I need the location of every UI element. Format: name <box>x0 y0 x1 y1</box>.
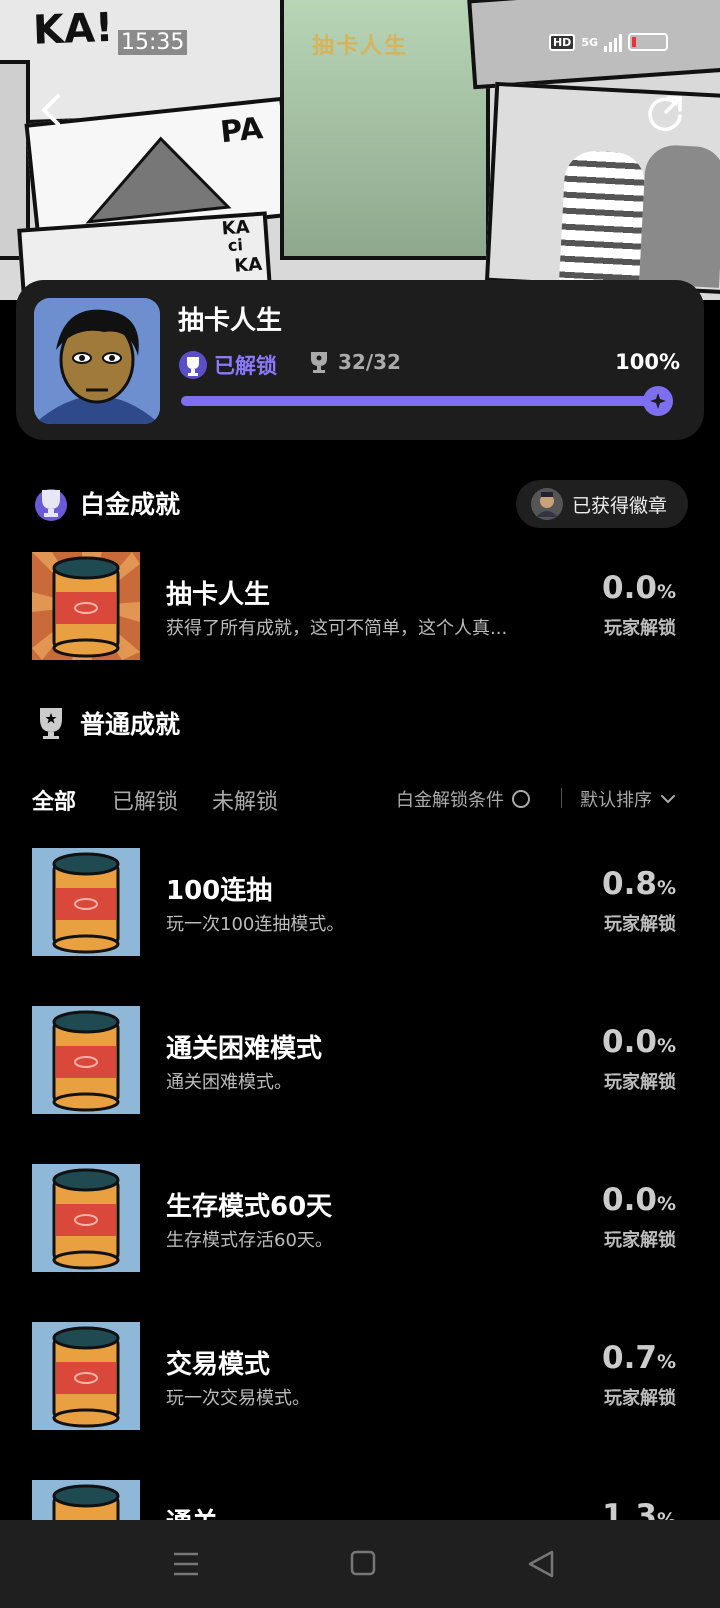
home-square-icon <box>350 1550 376 1576</box>
achievement-rate-label: 玩家解锁 <box>604 1230 676 1251</box>
platinum-condition-toggle[interactable]: 白金解锁条件 <box>396 786 530 812</box>
sfx-text: ci <box>227 235 244 256</box>
achievement-image <box>32 1164 140 1272</box>
trophy-icon <box>40 708 62 739</box>
back-nav-button[interactable] <box>522 1544 562 1584</box>
sort-dropdown[interactable]: 默认排序 <box>580 786 676 812</box>
achievement-unlock-rate: 0.0% <box>602 1182 676 1218</box>
achievement-description: 生存模式存活60天。 <box>166 1230 333 1251</box>
platinum-condition-label: 白金解锁条件 <box>396 790 504 811</box>
achievement-name: 抽卡人生 <box>166 580 271 610</box>
achievement-unlock-rate: 0.0% <box>602 1024 676 1060</box>
back-triangle-icon <box>528 1550 554 1578</box>
achievement-name: 交易模式 <box>166 1350 271 1380</box>
achievement-name: 100连抽 <box>166 876 273 906</box>
menu-icon <box>174 1552 198 1576</box>
status-icons: HD 5G <box>548 32 668 52</box>
achievement-row[interactable]: 通关 1.3% <box>0 1480 720 1520</box>
achievement-description: 通关困难模式。 <box>166 1072 292 1093</box>
progress-star-icon <box>643 386 673 416</box>
achievement-unlock-rate: 1.3% <box>602 1498 676 1520</box>
network-type: 5G <box>581 35 598 49</box>
completion-percent: 100% <box>615 350 680 374</box>
battery-icon <box>628 33 668 51</box>
achievement-description: 玩一次100连抽模式。 <box>166 914 345 935</box>
achievement-description: 玩一次交易模式。 <box>166 1388 310 1409</box>
achievement-image <box>32 1480 140 1520</box>
platinum-achievement-row[interactable]: 抽卡人生 获得了所有成就，这可不简单，这个人真... 0.0% 玩家解锁 <box>0 552 720 662</box>
trophy-count: 32/32 <box>308 350 401 374</box>
game-name: 抽卡人生 <box>178 306 283 336</box>
home-button[interactable] <box>344 1544 384 1584</box>
achievement-image <box>32 552 140 660</box>
achievement-row[interactable]: 交易模式玩一次交易模式。 0.7% 玩家解锁 <box>0 1322 720 1432</box>
tab-locked[interactable]: 未解锁 <box>212 784 278 816</box>
system-nav-bar <box>0 1520 720 1608</box>
status-bar: 15:35 抽卡人生 HD 5G <box>0 28 720 64</box>
achievement-image <box>32 1006 140 1114</box>
divider <box>561 788 562 808</box>
sfx-text: KA <box>233 253 263 277</box>
tab-all[interactable]: 全部 <box>32 784 76 816</box>
back-button[interactable] <box>34 90 70 130</box>
achievement-image <box>32 848 140 956</box>
radio-circle-icon <box>512 790 530 808</box>
share-icon <box>648 96 682 132</box>
achievement-unlock-rate: 0.7% <box>602 1340 676 1376</box>
earned-badge-label: 已获得徽章 <box>572 494 668 517</box>
achievement-description: 获得了所有成就，这可不简单，这个人真... <box>166 618 508 639</box>
achievement-unlock-rate: 0.0% <box>602 570 676 606</box>
achievement-rate-label: 玩家解锁 <box>604 618 676 639</box>
achievement-unlock-rate: 0.8% <box>602 866 676 902</box>
game-summary-card: 抽卡人生 已解锁 32/32 100% <box>16 280 704 440</box>
achievement-row[interactable]: 100连抽玩一次100连抽模式。 0.8% 玩家解锁 <box>0 848 720 958</box>
unlock-status: 已解锁 <box>178 350 277 380</box>
achievement-name: 通关 <box>166 1502 218 1520</box>
achievement-rate-label: 玩家解锁 <box>604 1388 676 1409</box>
game-avatar <box>34 298 160 424</box>
menu-button[interactable] <box>166 1544 206 1584</box>
achievement-row[interactable]: 生存模式60天生存模式存活60天。 0.0% 玩家解锁 <box>0 1164 720 1274</box>
completion-progress-bar <box>181 386 673 416</box>
share-button[interactable] <box>646 92 686 132</box>
platinum-section-header: 白金成就 <box>32 484 180 522</box>
hd-icon: HD <box>548 33 576 51</box>
unlock-status-text: 已解锁 <box>214 354 277 378</box>
normal-section-title: 普通成就 <box>80 710 181 739</box>
trophy-icon <box>311 352 327 373</box>
chevron-left-icon <box>42 94 60 126</box>
tab-unlocked[interactable]: 已解锁 <box>112 784 178 816</box>
progress-fill <box>181 396 659 406</box>
signal-icon <box>604 32 622 52</box>
achievement-filters: 全部 已解锁 未解锁 白金解锁条件 默认排序 <box>32 784 688 820</box>
achievement-row[interactable]: 通关困难模式通关困难模式。 0.0% 玩家解锁 <box>0 1006 720 1116</box>
badge-avatar-icon <box>531 488 563 520</box>
achievement-rate-label: 玩家解锁 <box>604 914 676 935</box>
earned-badge-button[interactable]: 已获得徽章 <box>516 480 688 528</box>
platinum-trophy-icon <box>179 351 207 379</box>
achievement-image <box>32 1322 140 1430</box>
sort-label: 默认排序 <box>580 790 652 811</box>
achievement-rate-label: 玩家解锁 <box>604 1072 676 1093</box>
trophy-count-text: 32/32 <box>338 350 401 374</box>
platinum-trophy-icon <box>35 489 67 521</box>
achievement-name: 通关困难模式 <box>166 1034 323 1064</box>
platinum-section-title: 白金成就 <box>80 490 181 519</box>
chevron-down-icon <box>661 795 675 804</box>
achievement-name: 生存模式60天 <box>166 1192 333 1222</box>
normal-section-header: 普通成就 <box>32 704 180 742</box>
